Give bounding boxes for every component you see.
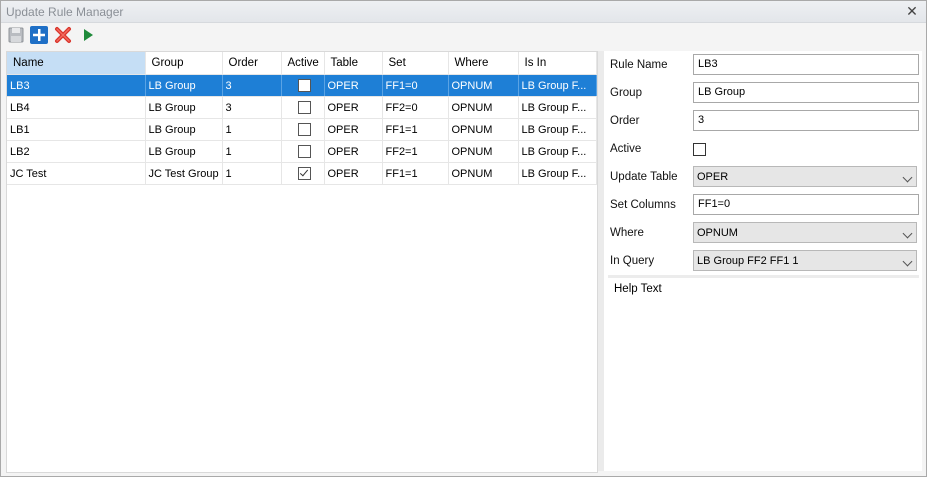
cell-where[interactable]: OPNUM bbox=[448, 140, 519, 163]
table-header-row: Name Group Order Active Table Set Where … bbox=[7, 52, 597, 75]
cell-is-in[interactable]: LB Group F... bbox=[518, 74, 597, 97]
cell-set[interactable]: FF1=1 bbox=[382, 118, 449, 141]
cell-set[interactable]: FF1=1 bbox=[382, 162, 449, 185]
cell-where[interactable]: OPNUM bbox=[448, 118, 519, 141]
in-query-label: In Query bbox=[610, 255, 655, 267]
order-input[interactable]: 3 bbox=[693, 110, 919, 131]
active-checkbox[interactable] bbox=[297, 145, 311, 158]
close-icon[interactable]: ✕ bbox=[904, 3, 920, 19]
cell-active[interactable] bbox=[281, 96, 325, 119]
cell-name[interactable]: LB4 bbox=[7, 96, 146, 119]
cell-set[interactable]: FF1=0 bbox=[382, 74, 449, 97]
add-button[interactable] bbox=[29, 25, 49, 45]
table-row[interactable]: LB4 LB Group 3 OPER FF2=0 OPNUM LB Group F... bbox=[7, 96, 597, 119]
column-header-set[interactable]: Set bbox=[382, 52, 449, 75]
cell-group[interactable]: JC Test Group bbox=[145, 162, 223, 185]
chevron-down-icon bbox=[902, 256, 913, 267]
table-row[interactable]: LB3 LB Group 3 OPER FF1=0 OPNUM LB Group F... bbox=[7, 74, 597, 97]
rule-name-input[interactable]: LB3 bbox=[693, 54, 919, 75]
active-label: Active bbox=[610, 143, 642, 155]
cell-name[interactable]: LB3 bbox=[7, 74, 146, 97]
column-header-table[interactable]: Table bbox=[324, 52, 383, 75]
order-label: Order bbox=[610, 115, 640, 127]
chevron-down-icon bbox=[902, 172, 913, 183]
cell-group[interactable]: LB Group bbox=[145, 74, 223, 97]
column-header-group[interactable]: Group bbox=[145, 52, 223, 75]
set-columns-input[interactable]: FF1=0 bbox=[693, 194, 919, 215]
cell-order[interactable]: 1 bbox=[222, 162, 282, 185]
run-button[interactable] bbox=[78, 25, 98, 45]
cell-is-in[interactable]: LB Group F... bbox=[518, 96, 597, 119]
save-button[interactable] bbox=[6, 25, 26, 45]
cell-set[interactable]: FF2=1 bbox=[382, 140, 449, 163]
cell-name[interactable]: LB1 bbox=[7, 118, 146, 141]
cell-table[interactable]: OPER bbox=[324, 74, 383, 97]
rules-table: Name Group Order Active Table Set Where … bbox=[7, 52, 597, 185]
cell-order[interactable]: 1 bbox=[222, 140, 282, 163]
cell-is-in[interactable]: LB Group F... bbox=[518, 162, 597, 185]
group-label: Group bbox=[610, 87, 642, 99]
cell-where[interactable]: OPNUM bbox=[448, 162, 519, 185]
cell-active[interactable] bbox=[281, 140, 325, 163]
cell-table[interactable]: OPER bbox=[324, 162, 383, 185]
column-header-order[interactable]: Order bbox=[222, 52, 282, 75]
cell-order[interactable]: 3 bbox=[222, 96, 282, 119]
table-row[interactable]: JC Test JC Test Group 1 OPER FF1=1 OPNUM LB Gr… bbox=[7, 162, 597, 185]
title-bar: Update Rule Manager ✕ bbox=[1, 1, 926, 23]
plus-icon bbox=[30, 26, 48, 44]
cell-is-in[interactable]: LB Group F... bbox=[518, 140, 597, 163]
update-table-label: Update Table bbox=[610, 171, 678, 183]
cell-group[interactable]: LB Group bbox=[145, 118, 223, 141]
cell-group[interactable]: LB Group bbox=[145, 140, 223, 163]
cell-active[interactable] bbox=[281, 74, 325, 97]
cell-name[interactable]: LB2 bbox=[7, 140, 146, 163]
where-value: OPNUM bbox=[697, 227, 738, 239]
cell-where[interactable]: OPNUM bbox=[448, 96, 519, 119]
where-select[interactable]: OPNUM bbox=[693, 222, 917, 243]
in-query-select[interactable]: LB Group FF2 FF1 1 bbox=[693, 250, 917, 271]
cell-is-in[interactable]: LB Group F... bbox=[518, 118, 597, 141]
update-rule-manager-window: Update Rule Manager ✕ Name Group Order A… bbox=[0, 0, 927, 477]
play-icon bbox=[84, 29, 93, 41]
active-checkbox[interactable] bbox=[297, 123, 311, 136]
cell-set[interactable]: FF2=0 bbox=[382, 96, 449, 119]
window-title: Update Rule Manager bbox=[6, 5, 124, 19]
toolbar bbox=[1, 23, 926, 47]
update-table-select[interactable]: OPER bbox=[693, 166, 917, 187]
table-row[interactable]: LB2 LB Group 1 OPER FF2=1 OPNUM LB Group F... bbox=[7, 140, 597, 163]
active-checkbox[interactable] bbox=[297, 79, 311, 92]
help-text: Help Text bbox=[614, 283, 662, 295]
properties-panel: Rule Name LB3 Group LB Group Order 3 Act… bbox=[604, 51, 922, 471]
help-separator[interactable] bbox=[608, 275, 919, 278]
table-row[interactable]: LB1 LB Group 1 OPER FF1=1 OPNUM LB Group F... bbox=[7, 118, 597, 141]
set-columns-label: Set Columns bbox=[610, 199, 676, 211]
cell-table[interactable]: OPER bbox=[324, 118, 383, 141]
update-table-value: OPER bbox=[697, 171, 729, 183]
cell-active[interactable] bbox=[281, 118, 325, 141]
cell-where[interactable]: OPNUM bbox=[448, 74, 519, 97]
cell-order[interactable]: 3 bbox=[222, 74, 282, 97]
in-query-value: LB Group FF2 FF1 1 bbox=[697, 255, 799, 267]
column-header-is-in[interactable]: Is In bbox=[518, 52, 597, 75]
group-input[interactable]: LB Group bbox=[693, 82, 919, 103]
cell-group[interactable]: LB Group bbox=[145, 96, 223, 119]
save-icon bbox=[8, 27, 24, 43]
rules-grid: Name Group Order Active Table Set Where … bbox=[6, 51, 598, 473]
active-checkbox[interactable] bbox=[297, 101, 311, 114]
cell-active[interactable] bbox=[281, 162, 325, 185]
delete-button[interactable] bbox=[53, 25, 73, 45]
rule-name-label: Rule Name bbox=[610, 59, 668, 71]
chevron-down-icon bbox=[902, 228, 913, 239]
where-label: Where bbox=[610, 227, 644, 239]
column-header-active[interactable]: Active bbox=[281, 52, 325, 75]
delete-x-icon bbox=[55, 27, 71, 43]
cell-name[interactable]: JC Test bbox=[7, 162, 146, 185]
active-checkbox[interactable] bbox=[297, 167, 311, 180]
cell-table[interactable]: OPER bbox=[324, 140, 383, 163]
cell-table[interactable]: OPER bbox=[324, 96, 383, 119]
active-checkbox[interactable] bbox=[693, 143, 706, 156]
column-header-where[interactable]: Where bbox=[448, 52, 519, 75]
cell-order[interactable]: 1 bbox=[222, 118, 282, 141]
column-header-name[interactable]: Name bbox=[7, 52, 146, 75]
